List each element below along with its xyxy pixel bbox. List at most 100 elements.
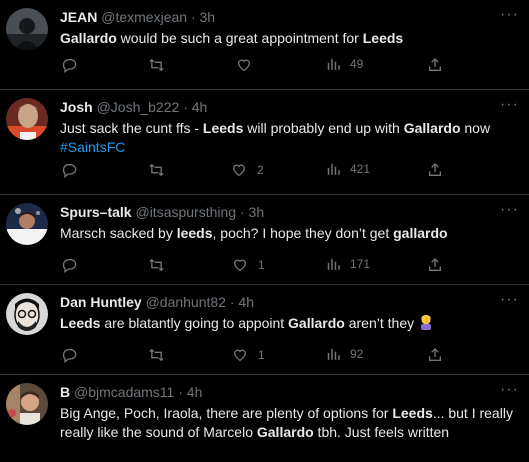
retweet-icon: [149, 58, 164, 72]
separator-dot: ·: [183, 99, 188, 115]
person-facepalming-emoji: [421, 315, 431, 330]
tweet-header: JEAN @texmexjean · 3h: [60, 8, 521, 26]
like-icon: [233, 349, 247, 362]
display-name[interactable]: Spurs–talk: [60, 204, 132, 220]
retweet-button[interactable]: [148, 347, 171, 363]
views-icon: [327, 348, 340, 360]
text-keyword: Leeds: [60, 315, 101, 331]
like-icon: [233, 259, 247, 272]
display-name[interactable]: JEAN: [60, 9, 97, 25]
tweet[interactable]: Spurs–talk @itsaspursthing · 3h Marsch s…: [0, 195, 529, 285]
retweet-button[interactable]: [148, 162, 171, 178]
views-button[interactable]: 171: [326, 257, 370, 271]
text-keyword: Gallardo: [256, 424, 314, 440]
display-name[interactable]: Dan Huntley: [60, 294, 142, 310]
share-icon: [429, 258, 441, 271]
handle[interactable]: @Josh_b222: [97, 99, 180, 115]
reply-button[interactable]: [61, 162, 83, 178]
avatar[interactable]: [6, 8, 48, 50]
avatar[interactable]: [6, 293, 48, 335]
handle[interactable]: @itsaspursthing: [135, 204, 236, 220]
like-count: 1: [258, 258, 265, 272]
tweet-text: Just sack the cunt ffs - Leeds will prob…: [60, 119, 521, 157]
view-count: 49: [350, 57, 364, 71]
share-button[interactable]: [427, 257, 443, 273]
like-button[interactable]: [236, 57, 258, 73]
text-segment: tbh. Just feels written: [313, 424, 450, 440]
timestamp[interactable]: 4h: [238, 294, 254, 310]
timestamp[interactable]: 3h: [249, 204, 265, 220]
separator-dot: ·: [239, 204, 245, 220]
reply-button[interactable]: [61, 257, 83, 273]
action-bar: 1 92: [0, 347, 529, 365]
handle[interactable]: @texmexjean: [101, 9, 187, 25]
tweet-text: Big Ange, Poch, Iraola, there are plenty…: [60, 404, 521, 442]
reply-icon: [62, 349, 77, 363]
reply-icon: [62, 259, 77, 273]
view-count: 421: [350, 162, 371, 176]
text-keyword: Gallardo: [288, 315, 345, 331]
view-count: 92: [350, 347, 364, 361]
text-segment: aren’t they: [344, 315, 418, 331]
like-button[interactable]: 1: [232, 347, 265, 363]
share-icon: [429, 163, 441, 176]
text-keyword: Gallardo: [403, 120, 461, 136]
display-name[interactable]: Josh: [60, 99, 93, 115]
separator-dot: ·: [229, 294, 235, 310]
views-icon: [327, 163, 340, 175]
timestamp[interactable]: 4h: [192, 99, 208, 115]
more-icon[interactable]: ···: [500, 292, 519, 308]
like-icon: [237, 59, 251, 72]
tweet-header: Josh @Josh_b222 · 4h: [60, 98, 521, 116]
views-button[interactable]: 92: [326, 347, 363, 361]
views-icon: [327, 58, 340, 70]
share-button[interactable]: [427, 347, 443, 363]
text-segment: Just sack the cunt ffs -: [60, 120, 203, 136]
hashtag-link[interactable]: #SaintsFC: [60, 139, 125, 155]
reply-button[interactable]: [61, 57, 83, 73]
timestamp[interactable]: 3h: [200, 9, 216, 25]
avatar[interactable]: [6, 203, 48, 245]
avatar[interactable]: [6, 383, 48, 425]
reply-button[interactable]: [61, 347, 83, 363]
views-button[interactable]: 49: [326, 57, 363, 71]
display-name[interactable]: B: [60, 384, 70, 400]
share-button[interactable]: [427, 57, 443, 73]
retweet-button[interactable]: [148, 57, 171, 73]
tweet[interactable]: Josh @Josh_b222 · 4h Just sack the cunt …: [0, 90, 529, 195]
handle[interactable]: @bjmcadams11: [74, 384, 174, 400]
text-segment: now: [460, 120, 491, 136]
tweet-text: Marsch sacked by leeds, poch? I hope the…: [60, 224, 521, 243]
retweet-icon: [149, 348, 164, 362]
tweet[interactable]: JEAN @texmexjean · 3h Gallardo would be …: [0, 0, 529, 90]
action-bar: 49: [0, 57, 529, 75]
text-keyword: Gallardo: [60, 30, 117, 46]
separator-dot: ·: [178, 384, 183, 400]
like-icon: [232, 164, 246, 177]
text-segment: would be such a great appointment for: [116, 30, 363, 46]
views-button[interactable]: 421: [326, 162, 370, 176]
text-segment: are blatantly going to appoint: [100, 315, 289, 331]
more-icon[interactable]: ···: [500, 97, 519, 113]
views-icon: [327, 258, 340, 270]
like-count: 2: [257, 163, 264, 177]
more-icon[interactable]: ···: [500, 382, 519, 398]
more-icon[interactable]: ···: [500, 7, 519, 23]
share-icon: [429, 58, 441, 71]
more-icon[interactable]: ···: [500, 202, 519, 218]
text-segment: will probably end up with: [243, 120, 404, 136]
text-segment: , poch? I hope they don’t get: [212, 225, 394, 241]
text-segment: Marsch sacked by: [60, 225, 177, 241]
avatar[interactable]: [6, 98, 48, 140]
tweet[interactable]: B @bjmcadams11 · 4h Big Ange, Poch, Irao…: [0, 375, 529, 462]
retweet-icon: [149, 258, 164, 272]
tweet[interactable]: Dan Huntley @danhunt82 · 4h Leeds are bl…: [0, 285, 529, 375]
share-button[interactable]: [427, 162, 443, 178]
timestamp[interactable]: 4h: [187, 384, 203, 400]
text-segment: Big Ange, Poch, Iraola, there are plenty…: [60, 405, 393, 421]
handle[interactable]: @danhunt82: [146, 294, 226, 310]
retweet-button[interactable]: [148, 257, 171, 273]
like-button[interactable]: 2: [231, 162, 264, 178]
like-button[interactable]: 1: [232, 257, 265, 273]
tweet-header: Dan Huntley @danhunt82 · 4h: [60, 293, 521, 311]
